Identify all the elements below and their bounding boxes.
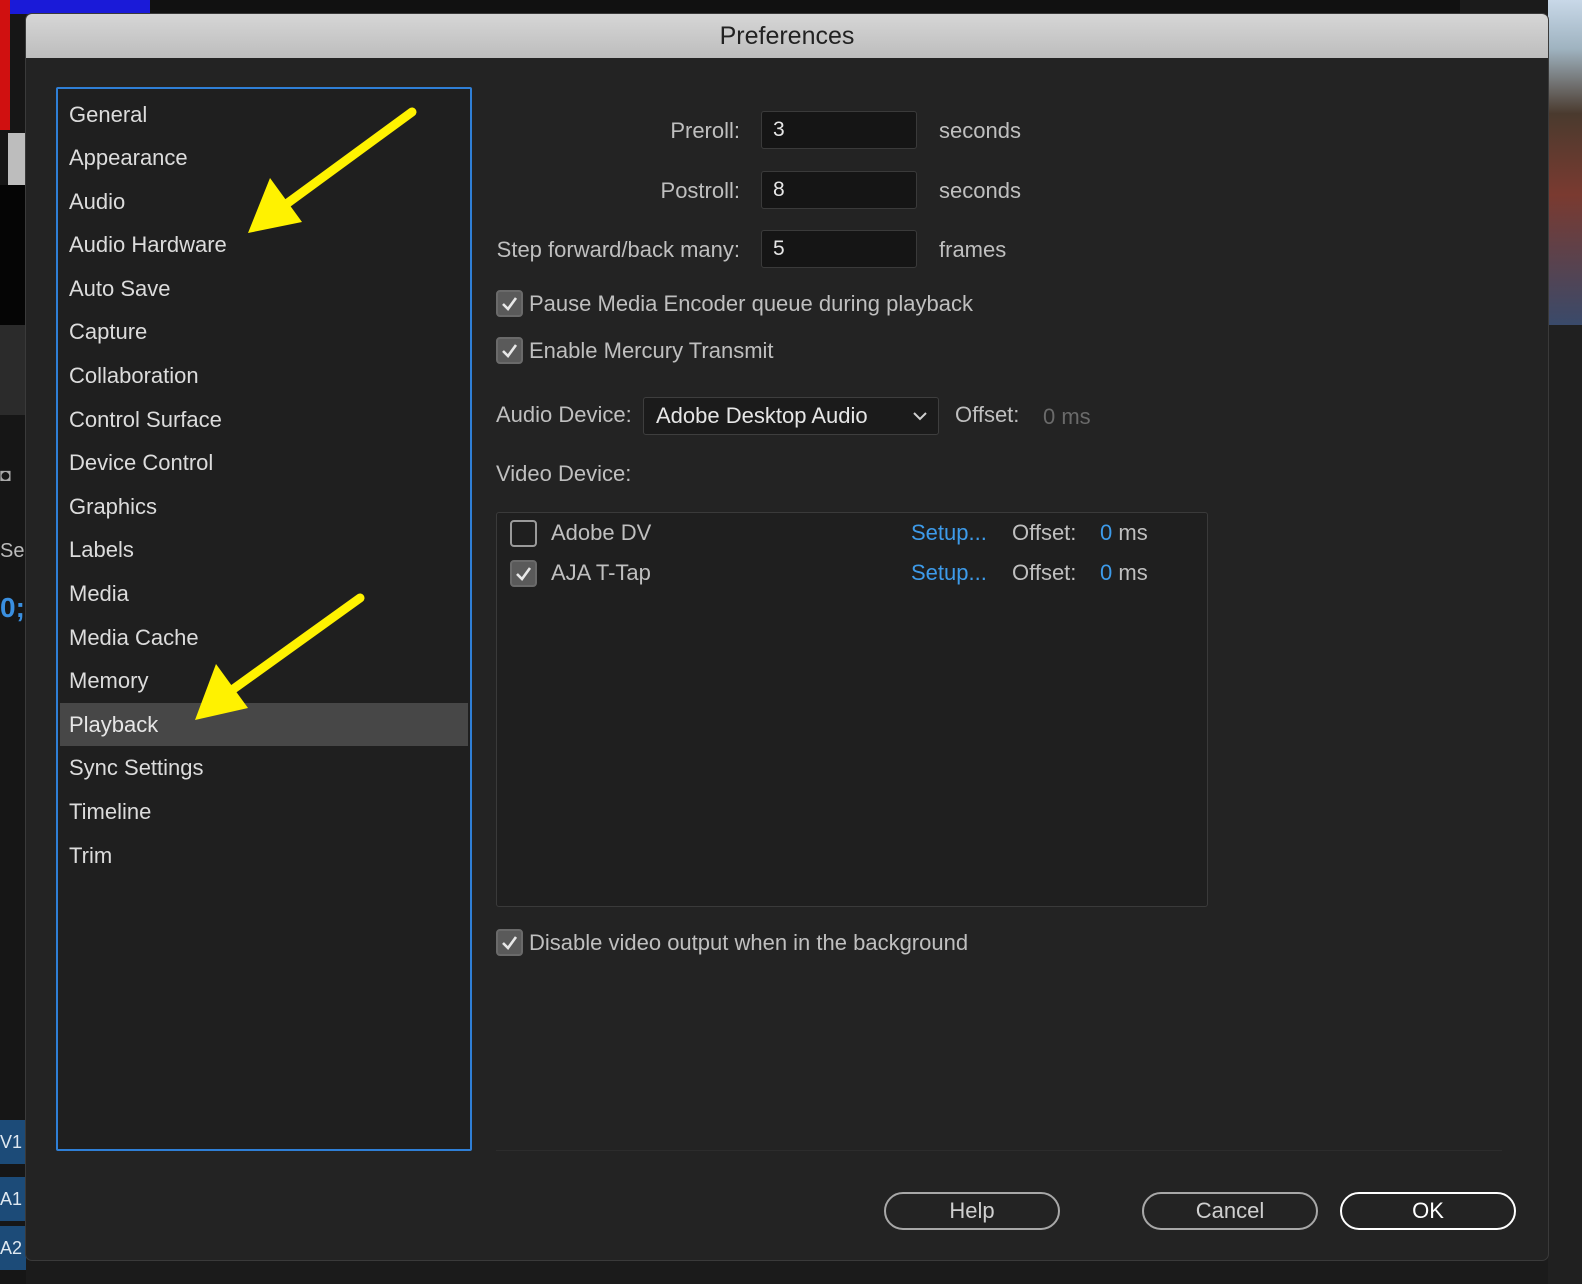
postroll-unit: seconds	[939, 178, 1021, 203]
adobe-dv-setup-link[interactable]: Setup...	[911, 520, 987, 546]
background-red-swatch	[0, 0, 10, 130]
adobe-dv-offset-label: Offset:	[1012, 520, 1077, 545]
help-button[interactable]: Help	[884, 1192, 1060, 1230]
audio-device-label: Audio Device:	[496, 402, 632, 427]
background-timecode: 0;	[0, 592, 25, 623]
checkmark-icon	[502, 344, 518, 358]
background-video-frame	[1548, 0, 1582, 325]
sidebar-item-audio-hardware[interactable]: Audio Hardware	[60, 223, 468, 266]
checkmark-icon	[502, 297, 518, 311]
preroll-label: Preroll:	[670, 118, 740, 143]
track-a1: A1	[0, 1177, 26, 1221]
aja-ttap-offset-label: Offset:	[1012, 560, 1077, 585]
step-unit: frames	[939, 237, 1007, 262]
sidebar-item-graphics[interactable]: Graphics	[60, 485, 468, 528]
track-a2: A2	[0, 1226, 26, 1270]
background-top-strip	[150, 0, 1460, 14]
aja-ttap-label: AJA T-Tap	[551, 560, 651, 585]
adobe-dv-checkbox[interactable]	[510, 520, 537, 547]
footer-divider	[496, 1150, 1502, 1151]
sidebar-item-audio[interactable]: Audio	[60, 180, 468, 223]
sidebar-item-appearance[interactable]: Appearance	[60, 136, 468, 179]
preferences-dialog: Preferences General Appearance Audio Aud…	[26, 14, 1548, 1260]
pause-encoder-label: Pause Media Encoder queue during playbac…	[529, 291, 973, 316]
sidebar-item-capture[interactable]: Capture	[60, 310, 468, 353]
track-v1: V1	[0, 1120, 26, 1164]
sidebar-item-control-surface[interactable]: Control Surface	[60, 398, 468, 441]
sidebar-item-trim[interactable]: Trim	[60, 834, 468, 877]
audio-offset-label: Offset:	[955, 402, 1020, 427]
chevron-down-icon	[913, 412, 927, 421]
disable-bg-output-checkbox[interactable]	[496, 929, 523, 956]
sidebar-item-playback[interactable]: Playback	[60, 703, 468, 746]
adobe-dv-label: Adobe DV	[551, 520, 652, 545]
sidebar-item-auto-save[interactable]: Auto Save	[60, 267, 468, 310]
checkmark-icon	[502, 936, 518, 950]
disable-bg-output-label: Disable video output when in the backgro…	[529, 930, 969, 955]
mercury-transmit-checkbox[interactable]	[496, 337, 523, 364]
preferences-category-list[interactable]: General Appearance Audio Audio Hardware …	[56, 87, 472, 1151]
background-grey-area	[0, 325, 26, 415]
sidebar-item-general[interactable]: General	[60, 93, 468, 136]
postroll-label: Postroll:	[660, 178, 740, 203]
background-grey-swatch	[8, 133, 26, 185]
camera-icon: ◘	[0, 465, 11, 485]
sidebar-item-media-cache[interactable]: Media Cache	[60, 616, 468, 659]
aja-ttap-checkbox[interactable]	[510, 560, 537, 587]
background-blue-swatch	[10, 0, 150, 14]
ok-button[interactable]: OK	[1340, 1192, 1516, 1230]
mercury-transmit-label: Enable Mercury Transmit	[529, 338, 774, 363]
sidebar-item-media[interactable]: Media	[60, 572, 468, 615]
adobe-dv-offset-value[interactable]: 0 ms	[1100, 520, 1148, 546]
preroll-field[interactable]: 3	[761, 111, 917, 149]
audio-device-select[interactable]: Adobe Desktop Audio	[643, 397, 939, 435]
preroll-unit: seconds	[939, 118, 1021, 143]
postroll-field[interactable]: 8	[761, 171, 917, 209]
audio-offset-value: 0 ms	[1043, 404, 1091, 429]
sidebar-item-labels[interactable]: Labels	[60, 528, 468, 571]
sidebar-item-collaboration[interactable]: Collaboration	[60, 354, 468, 397]
sidebar-item-device-control[interactable]: Device Control	[60, 441, 468, 484]
pause-encoder-checkbox[interactable]	[496, 290, 523, 317]
sidebar-item-timeline[interactable]: Timeline	[60, 790, 468, 833]
audio-device-value: Adobe Desktop Audio	[656, 403, 868, 428]
step-label: Step forward/back many:	[496, 237, 740, 262]
sidebar-item-sync-settings[interactable]: Sync Settings	[60, 746, 468, 789]
background-black-area	[0, 185, 26, 325]
cancel-button[interactable]: Cancel	[1142, 1192, 1318, 1230]
video-device-label: Video Device:	[496, 461, 632, 486]
sidebar-item-memory[interactable]: Memory	[60, 659, 468, 702]
checkmark-icon	[516, 567, 532, 581]
dialog-title: Preferences	[26, 14, 1548, 58]
video-device-list: Adobe DV Setup... Offset: 0 ms AJA T-Tap…	[496, 512, 1208, 907]
step-field[interactable]: 5	[761, 230, 917, 268]
aja-ttap-offset-value[interactable]: 0 ms	[1100, 560, 1148, 586]
aja-ttap-setup-link[interactable]: Setup...	[911, 560, 987, 586]
